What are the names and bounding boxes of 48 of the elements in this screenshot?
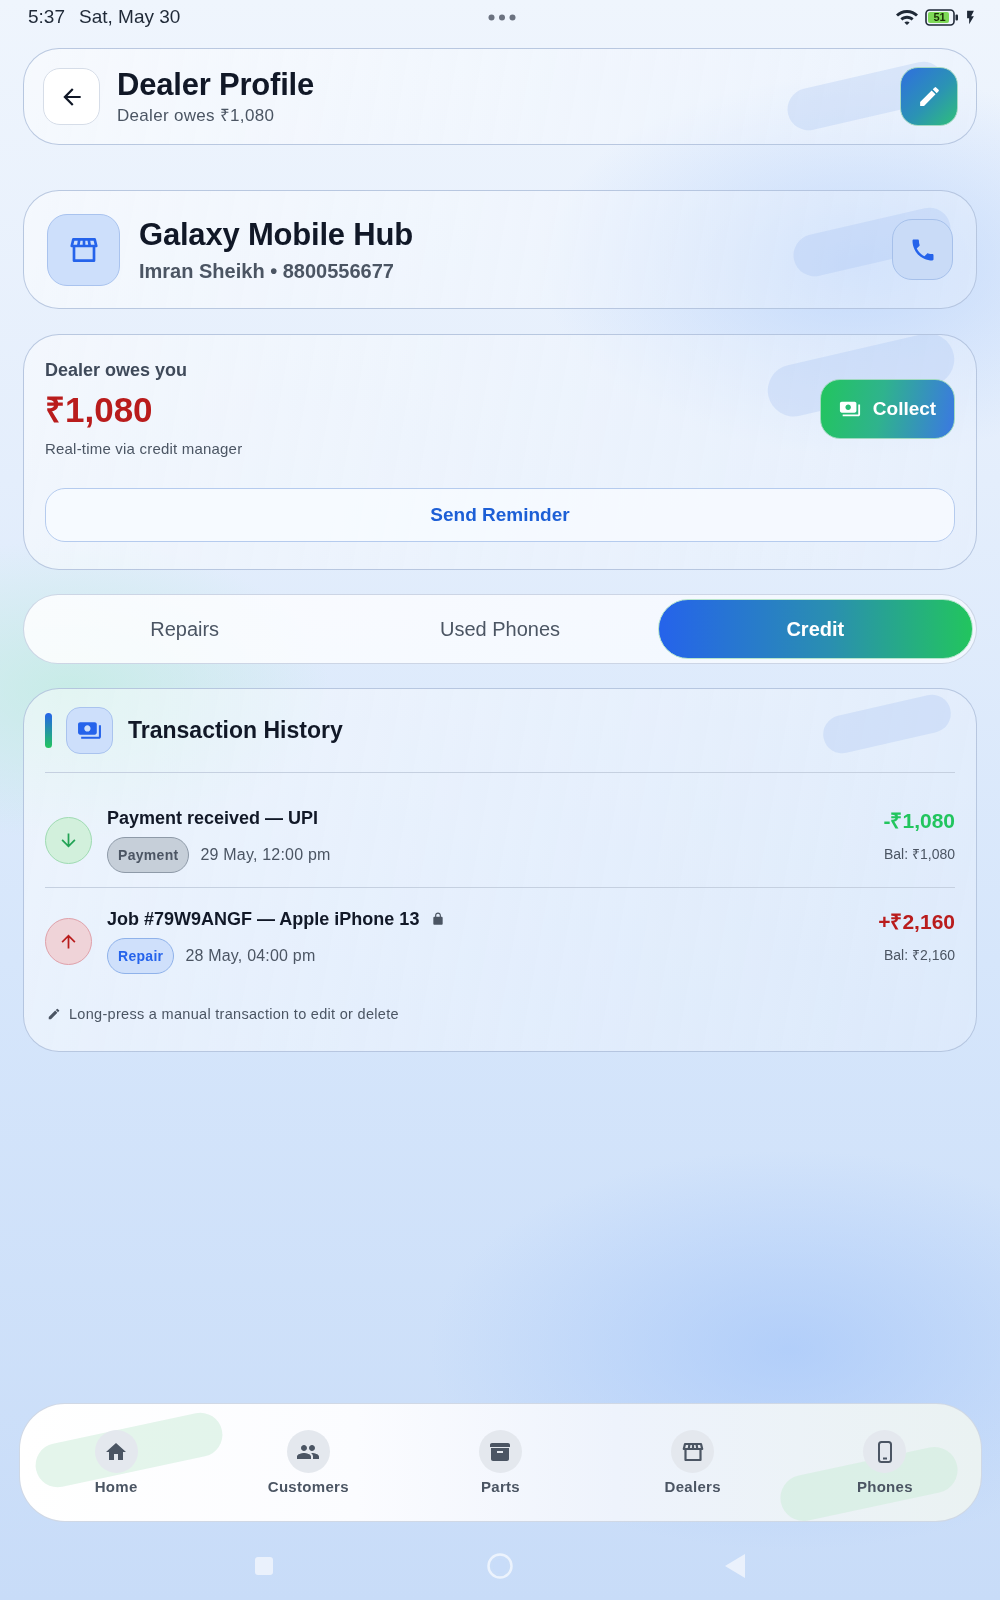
transaction-date: 28 May, 04:00 pm [185, 947, 316, 965]
smartphone-icon [863, 1430, 907, 1473]
running-balance: Bal: ₹2,160 [883, 946, 955, 964]
transaction-date: 29 May, 12:00 pm [200, 846, 331, 864]
segment-tab[interactable]: Credit [657, 599, 973, 659]
more-dots-icon[interactable] [488, 13, 516, 21]
transaction-title: Job #79W9ANGF — Apple iPhone 13 [107, 908, 420, 930]
transaction-title: Payment received — UPI [107, 807, 319, 829]
category-tag: Payment [107, 837, 190, 873]
archive-box-icon [479, 1430, 522, 1473]
nav-tab[interactable]: Parts [404, 1430, 597, 1496]
page-subtitle: Dealer owes ₹1,080 [117, 104, 276, 127]
page-title: Dealer Profile [117, 66, 315, 103]
arrow-down-icon [45, 816, 92, 864]
dealer-name: Galaxy Mobile Hub [139, 216, 413, 253]
people-icon [286, 1430, 330, 1473]
status-time: 5:37 [28, 6, 65, 28]
hint-text: Long-press a manual transaction to edit or delete [69, 1005, 399, 1023]
nav-tab[interactable]: Dealers [596, 1430, 789, 1496]
transaction-amount: +₹2,160 [878, 909, 955, 935]
back-button[interactable] [43, 68, 100, 125]
category-tag: Repair [107, 938, 175, 974]
wifi-icon [895, 7, 919, 27]
arrow-up-icon [45, 917, 92, 965]
nav-tab[interactable]: Customers [212, 1430, 405, 1496]
home-icon [94, 1430, 138, 1473]
segment-tab[interactable]: Used Phones [342, 599, 658, 659]
charging-bolt-icon [965, 9, 976, 25]
cash-icon [66, 707, 113, 754]
nav-tab[interactable]: Home [20, 1430, 213, 1496]
dealer-contact: Imran Sheikh • 8800556677 [139, 258, 395, 283]
transaction-amount: -₹1,080 [883, 808, 955, 834]
status-date: Sat, May 30 [79, 6, 181, 28]
send-reminder-button[interactable]: Send Reminder [45, 488, 955, 542]
section-title: Transaction History [128, 717, 343, 744]
storefront-icon [671, 1430, 715, 1473]
balance-label: Dealer owes you [45, 359, 188, 381]
running-balance: Bal: ₹1,080 [883, 845, 955, 863]
segment-tab[interactable]: Repairs [27, 599, 343, 659]
accent-bar [45, 713, 52, 748]
call-button[interactable] [892, 219, 953, 280]
storefront-icon [47, 213, 120, 286]
battery-indicator: 51 [925, 8, 959, 26]
balance-note: Real-time via credit manager [45, 439, 243, 458]
balance-amount: ₹1,080 [45, 390, 153, 430]
nav-tab[interactable]: Phones [788, 1430, 981, 1496]
pencil-icon [47, 1007, 61, 1021]
edit-button[interactable] [900, 67, 958, 126]
